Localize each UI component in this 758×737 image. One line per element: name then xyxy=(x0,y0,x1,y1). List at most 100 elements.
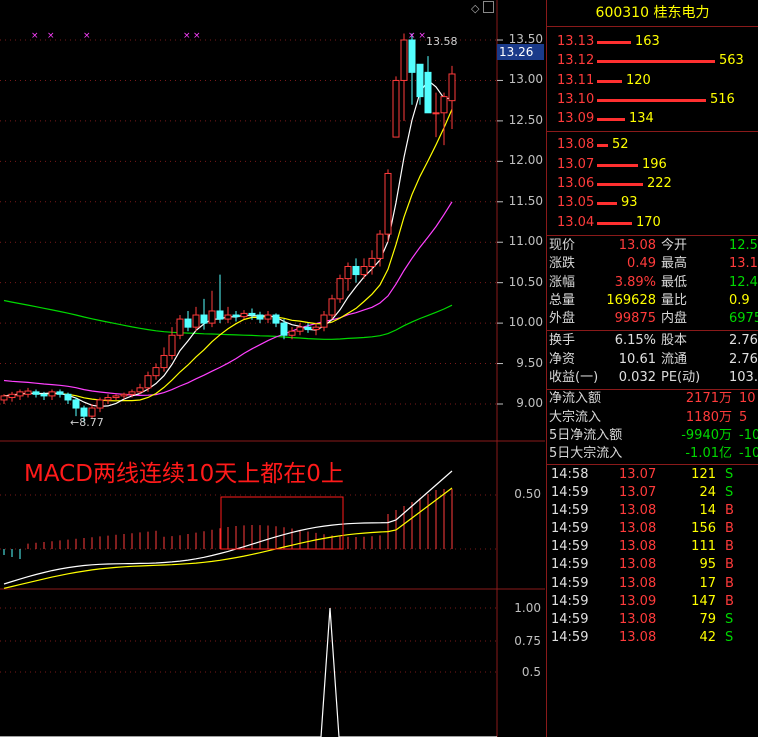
tick-side: S xyxy=(725,612,734,628)
order_book.bids-row[interactable]: 13.04 170 xyxy=(547,213,758,232)
order_book.asks-price: 13.09 xyxy=(557,111,595,127)
quote-value: 2.76亿 xyxy=(729,351,758,367)
window-toggle-icon[interactable] xyxy=(483,1,494,13)
tick-volume: 111 xyxy=(691,539,716,555)
quote-label: 股本 xyxy=(661,333,688,349)
order_book.bids-volume: 93 xyxy=(621,195,638,211)
order_book.asks-row[interactable]: 13.11 120 xyxy=(547,71,758,90)
order_book.asks-row[interactable]: 13.09 134 xyxy=(547,109,758,128)
order_book.asks-row[interactable]: 13.12 563 xyxy=(547,51,758,70)
tick-side: B xyxy=(725,575,734,591)
quote-table: 现价 13.08 今开 12.5 涨跌 0.49 最高 13.1 涨幅 3.89% 最低 12.4 总量… xyxy=(547,236,758,328)
order_book.asks-row[interactable]: 13.13 163 xyxy=(547,32,758,51)
tick-list[interactable]: 14:58 13.07 121 S 14:59 13.07 24 S 14:59 13.08 14 B… xyxy=(547,465,758,648)
tick-volume: 147 xyxy=(691,593,716,609)
flow-row: 大宗流入 1180万 5 xyxy=(547,409,758,427)
low-price-label: ←8.77 xyxy=(70,416,104,429)
tick-row: 14:59 13.08 156 B xyxy=(547,520,758,538)
candle-up xyxy=(96,399,104,409)
price-axis-label: 11.50 xyxy=(508,193,543,208)
order_book.asks-volume: 120 xyxy=(626,72,651,88)
tick-price: 13.07 xyxy=(619,484,657,500)
order_book.asks-row[interactable]: 13.10 516 xyxy=(547,90,758,109)
tick-time: 14:59 xyxy=(551,484,589,500)
quote-label: PE(动) xyxy=(661,370,701,386)
order_book.asks-volume-bar xyxy=(597,98,706,102)
tick-time: 14:59 xyxy=(551,630,589,646)
quote-row: 换手 6.15% 股本 2.76亿 xyxy=(547,332,758,350)
candle-up xyxy=(392,79,400,138)
price-axis: 13.50 13.00 12.50 12.00 11.50 11.00 10.50 10.00… xyxy=(497,0,545,737)
tick-row: 14:59 13.08 111 B xyxy=(547,538,758,556)
flow-label: 5日大宗流入 xyxy=(549,446,623,462)
diamond-icon[interactable]: ◇ xyxy=(471,2,479,15)
ma5-line xyxy=(3,79,453,408)
candle-down xyxy=(272,314,280,324)
order_book.bids-row[interactable]: 13.07 196 xyxy=(547,155,758,174)
candle-down xyxy=(200,314,208,324)
candle-up xyxy=(360,265,368,276)
tick-price: 13.08 xyxy=(619,521,657,537)
order_book.bids-price: 13.06 xyxy=(557,176,595,192)
candle-down xyxy=(416,63,424,98)
candle-up xyxy=(376,233,384,259)
candle-up xyxy=(224,314,232,320)
price-axis-label: 10.00 xyxy=(508,315,543,330)
order_book.bids-volume-bar xyxy=(597,183,643,187)
candle-down xyxy=(280,322,288,336)
candle-up xyxy=(8,393,16,399)
candle-down xyxy=(232,314,240,318)
tick-row: 14:59 13.08 95 B xyxy=(547,556,758,574)
stock-code: 600310 xyxy=(595,5,649,21)
tick-side: B xyxy=(725,557,734,573)
order_book.bids-volume-bar xyxy=(597,221,632,225)
stock-title[interactable]: 600310 桂东电力 xyxy=(547,0,758,27)
tick-volume: 95 xyxy=(699,557,716,573)
candle-up xyxy=(152,367,160,377)
quote-label: 今开 xyxy=(661,237,688,253)
order_book.bids-row[interactable]: 13.08 52 xyxy=(547,135,758,154)
low-price-value: 8.77 xyxy=(79,416,104,429)
tick-price: 13.08 xyxy=(619,539,657,555)
order_book.bids-price: 13.08 xyxy=(557,137,595,153)
order_book.bids-row[interactable]: 13.06 222 xyxy=(547,174,758,193)
candle-up xyxy=(288,330,296,336)
flow-value: 1180万 xyxy=(685,409,732,425)
order_book.asks-price: 13.12 xyxy=(557,53,595,69)
candle-up xyxy=(136,387,144,393)
candle-down xyxy=(184,318,192,328)
macd-annotation: MACD两线连续10天上都在0上 xyxy=(24,461,344,487)
tick-volume: 14 xyxy=(699,502,716,518)
quote-label: 最高 xyxy=(661,256,688,272)
candle-down xyxy=(216,310,224,320)
price-axis-label: 13.50 xyxy=(508,32,543,46)
signal-marker: × xyxy=(183,31,191,41)
highlight-box xyxy=(220,496,344,550)
order_book.bids-row[interactable]: 13.05 93 xyxy=(547,193,758,212)
candle-up xyxy=(208,310,216,324)
candle-down xyxy=(408,39,416,73)
indicator-axis-label: 0.5 xyxy=(521,665,541,679)
candle-up xyxy=(432,112,440,115)
candle-up xyxy=(112,395,120,399)
macd-axis-label: 0.50 xyxy=(514,487,541,501)
quote-row: 总量 169628 量比 0.9 xyxy=(547,292,758,310)
kline-svg[interactable]: × × × × × × × xyxy=(0,0,545,737)
candle-up xyxy=(0,395,8,401)
quote-value: 169628 xyxy=(606,292,656,308)
tick-time: 14:58 xyxy=(551,466,589,482)
order_book.bids-price: 13.07 xyxy=(557,156,595,172)
quote-label: 换手 xyxy=(549,333,576,349)
order_book.bids-volume: 222 xyxy=(647,176,672,192)
candle-down xyxy=(72,399,80,409)
price-axis-label: 13.00 xyxy=(508,72,543,87)
tick-side: S xyxy=(725,630,734,646)
tick-volume: 42 xyxy=(699,630,716,646)
quote-label: 外盘 xyxy=(549,311,576,327)
quote-value: 13.08 xyxy=(618,237,656,253)
kline-chart-area[interactable]: × × × × × × × 13.58 ←8.77 MACD两线连续10天上都在0上 13… xyxy=(0,0,545,737)
candle-up xyxy=(168,334,176,356)
tick-row: 14:59 13.07 24 S xyxy=(547,484,758,502)
quote-label: 收益(一) xyxy=(549,370,599,386)
stock-name: 桂东电力 xyxy=(653,5,710,21)
